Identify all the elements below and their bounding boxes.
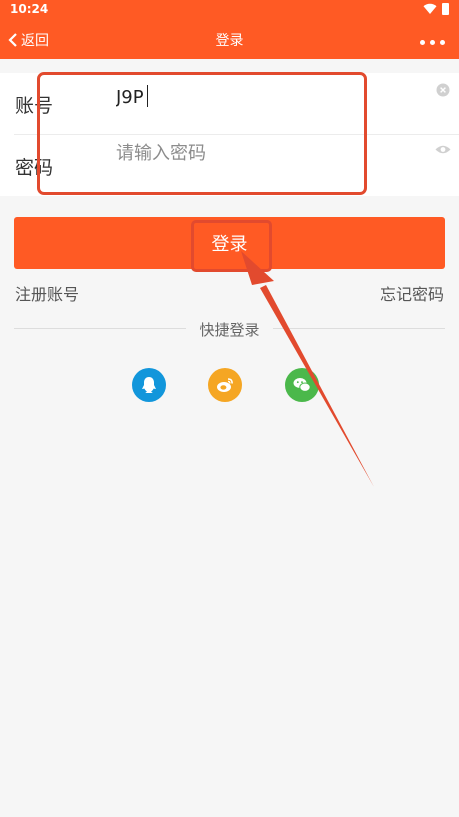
dot-icon [430,40,435,45]
qq-icon [142,377,156,393]
text-caret [147,85,148,107]
quick-login-label: 快捷登录 [199,321,260,339]
account-input[interactable] [116,82,416,112]
dot-icon [440,40,445,45]
nav-bar: 返回 登录 [0,22,459,59]
status-time: 10:24 [10,2,49,16]
password-input[interactable] [116,138,416,168]
app-bar: 10:24 返回 登录 [0,0,459,59]
eye-icon[interactable] [435,144,451,155]
account-row: 账号 [0,73,459,134]
status-icons [423,3,449,15]
qq-login-button[interactable] [132,368,166,402]
wifi-icon [423,3,437,15]
wechat-login-button[interactable] [285,368,319,402]
account-label: 账号 [15,95,54,117]
login-form: 账号 密码 [0,73,459,196]
password-label: 密码 [15,157,54,179]
battery-icon [442,3,449,15]
login-button[interactable]: 登录 [14,217,445,269]
dot-icon [420,40,425,45]
clear-icon[interactable] [436,83,450,97]
weibo-login-button[interactable] [208,368,242,402]
weibo-icon [217,378,233,392]
status-bar: 10:24 [0,0,459,19]
password-row: 密码 [0,135,459,196]
page-title: 登录 [215,33,244,49]
register-link[interactable]: 注册账号 [15,281,79,305]
divider-right [273,328,445,329]
forgot-password-link[interactable]: 忘记密码 [380,281,444,305]
more-options-button[interactable] [420,40,445,45]
wechat-icon [293,378,311,392]
